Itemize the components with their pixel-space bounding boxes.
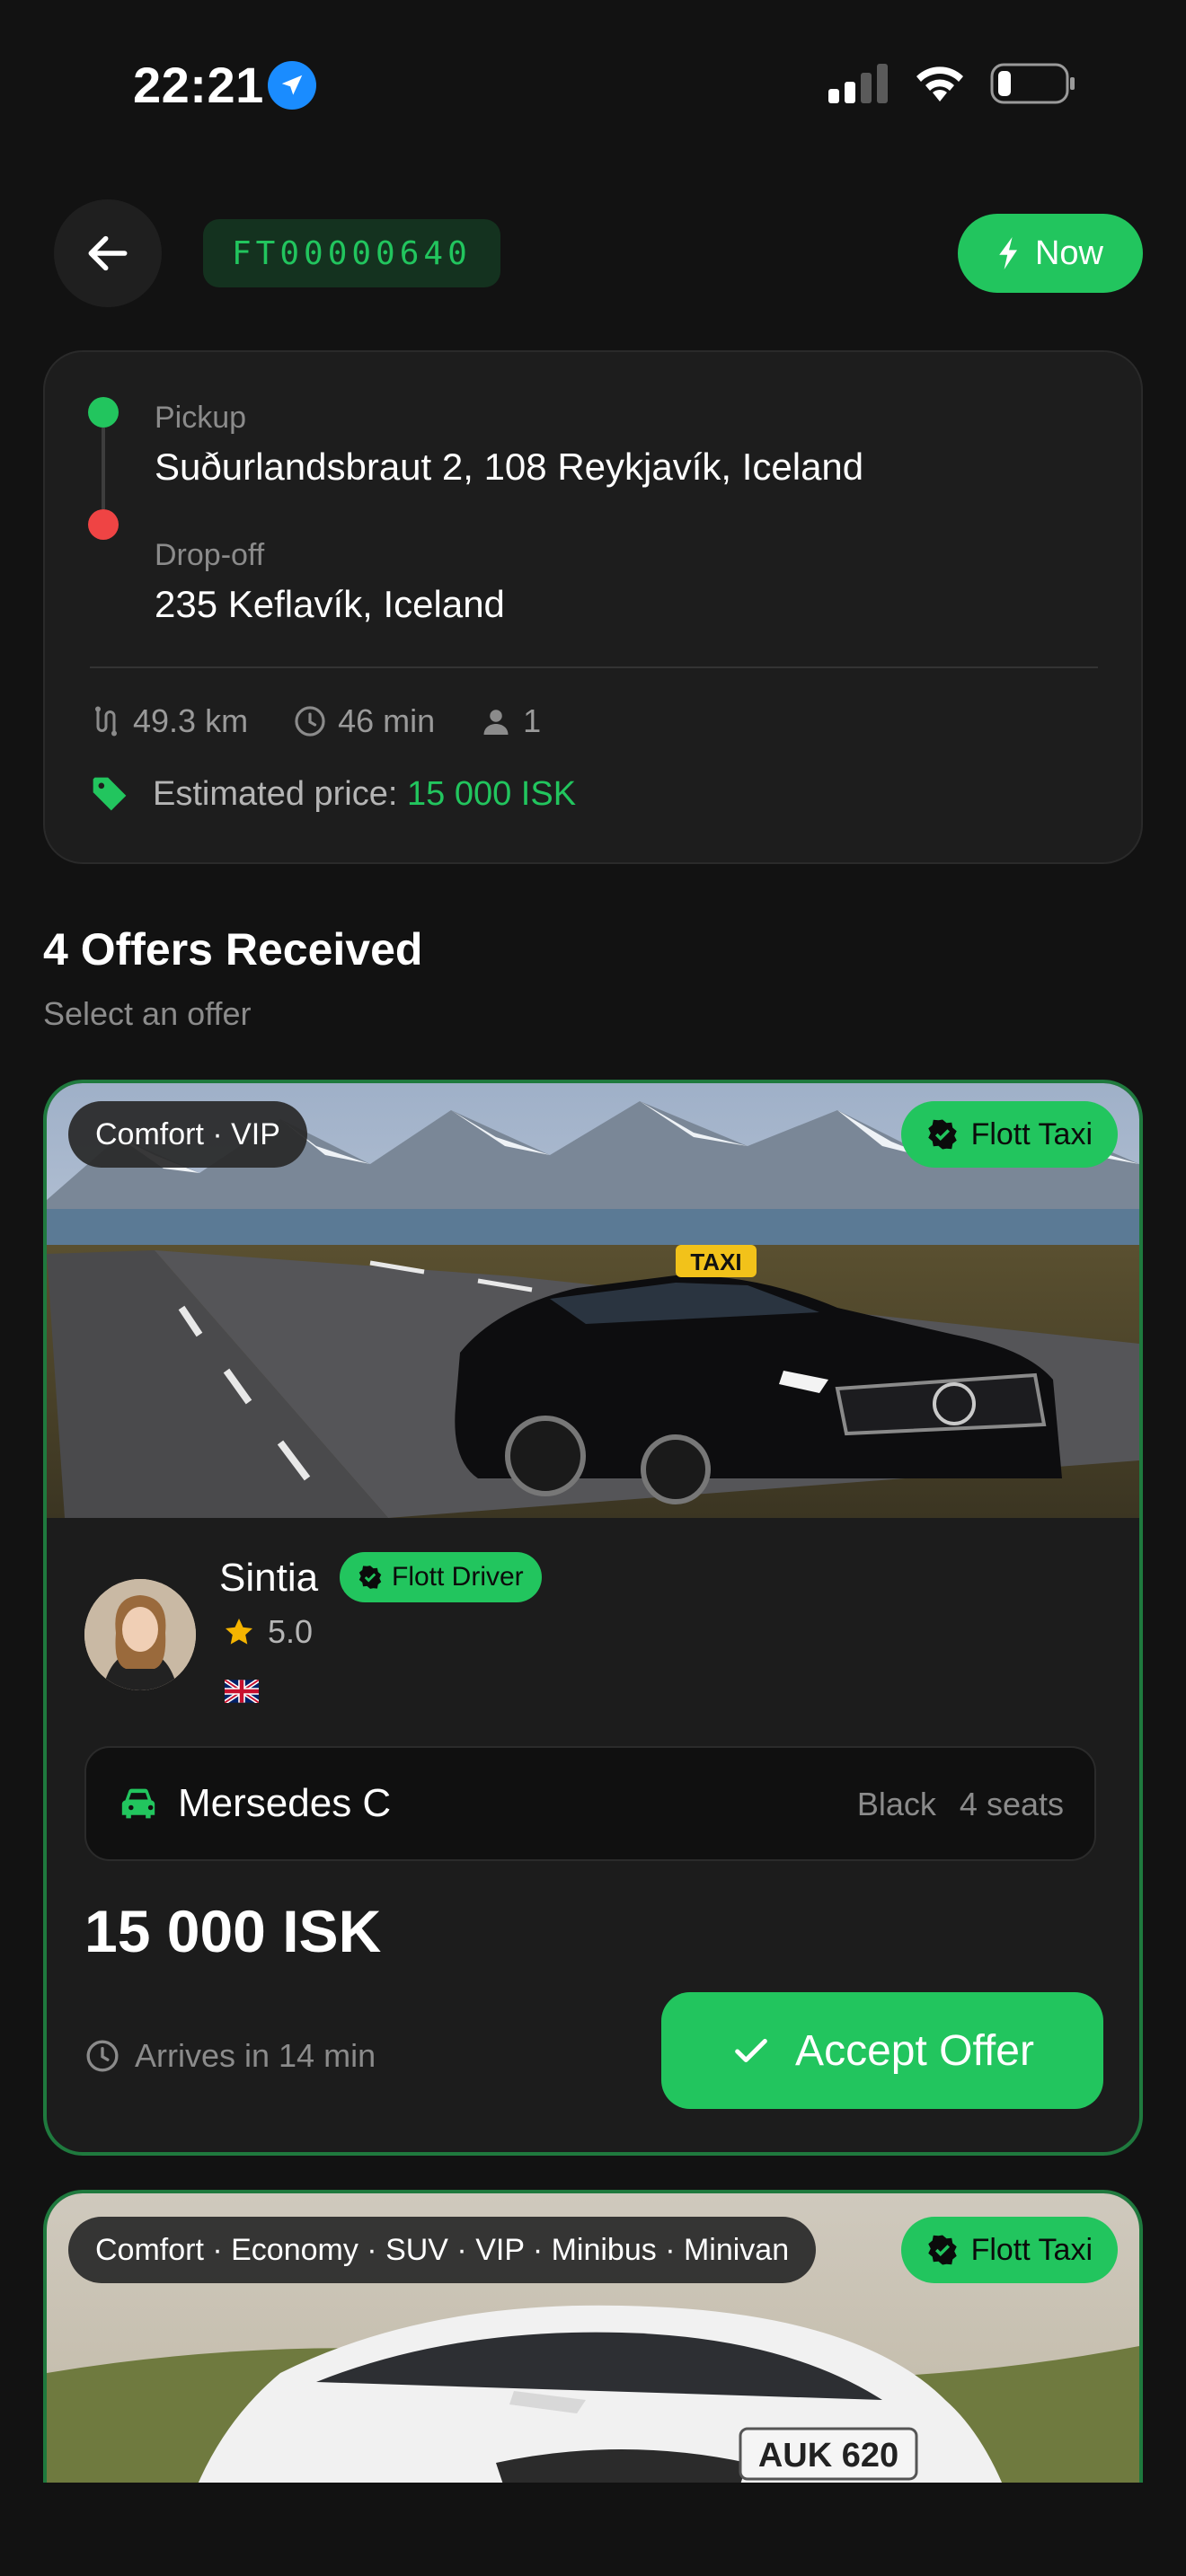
dropoff-address: 235 Keflavík, Iceland (155, 583, 505, 625)
route-icon (95, 706, 117, 737)
driver-badge: Flott Driver (340, 1552, 542, 1602)
battery-low-icon (990, 63, 1075, 104)
estimated-price-row: Estimated price: 15 000 ISK (90, 774, 576, 814)
lightning-icon (999, 237, 1017, 269)
accept-offer-button[interactable]: Accept Offer (661, 1992, 1103, 2109)
avatar (84, 1579, 196, 1690)
dropoff-dot (88, 509, 119, 540)
accept-offer-label: Accept Offer (795, 2026, 1034, 2075)
star-icon (226, 1619, 252, 1645)
status-time: 22:21 (133, 57, 264, 113)
company-badge: Flott Taxi (900, 1101, 1118, 1168)
vehicle-seats: 4 seats (959, 1786, 1064, 1822)
category-tag: Comfort · VIP (68, 1101, 307, 1168)
distance-item: 49.3 km (90, 702, 248, 740)
estimated-price-value: 15 000 ISK (407, 774, 577, 813)
offer-card[interactable]: TAXI Comfort · VIP Flott Taxi Sintia Flo… (43, 1080, 1143, 2156)
passengers-value: 1 (523, 702, 542, 739)
cellular-signal-icon (828, 64, 888, 103)
category-tag: Comfort · Economy · SUV · VIP · Minibus … (68, 2217, 817, 2283)
arrival-time: Arrives in 14 min (84, 2037, 376, 2075)
dropoff-label: Drop-off (155, 538, 265, 572)
taxi-sign-text: TAXI (690, 1248, 741, 1275)
now-label: Now (1034, 234, 1104, 272)
vehicle-meta: Black 4 seats (857, 1786, 1064, 1823)
pickup-dot (88, 397, 119, 428)
driver-rating: 5.0 (223, 1613, 313, 1651)
pickup-label: Pickup (155, 401, 247, 435)
trip-meta: 49.3 km 46 min 1 (90, 702, 586, 740)
vehicle-info: Mersedes C Black 4 seats (84, 1746, 1096, 1861)
vehicle-name: Mersedes C (178, 1781, 392, 1825)
uk-flag-icon (223, 1678, 261, 1705)
person-icon (483, 710, 509, 735)
license-plate: AUK 620 (758, 2437, 898, 2475)
status-icons (827, 63, 1076, 104)
price-tag-icon (93, 777, 127, 811)
duration-item: 46 min (293, 702, 435, 740)
now-button[interactable]: Now (958, 214, 1143, 293)
driver-name: Sintia (219, 1556, 319, 1600)
distance-value: 49.3 km (133, 702, 249, 739)
clock-icon (86, 2040, 119, 2072)
company-name: Flott Taxi (970, 1116, 1093, 1151)
passengers-item: 1 (480, 702, 541, 740)
divider (90, 666, 1098, 668)
back-button[interactable] (54, 199, 162, 307)
offers-subtitle: Select an offer (43, 995, 252, 1032)
verified-icon (927, 2235, 957, 2265)
company-badge: Flott Taxi (900, 2217, 1118, 2283)
pickup-address: Suðurlandsbraut 2, 108 Reykjavík, Icelan… (155, 446, 864, 488)
company-name: Flott Taxi (970, 2232, 1093, 2267)
bottom-area (0, 2483, 1186, 2576)
arrival-text: Arrives in 14 min (135, 2037, 376, 2074)
verified-icon (358, 1566, 382, 1589)
clock-icon (295, 706, 325, 737)
ride-id-badge: FT00000640 (203, 219, 500, 287)
duration-value: 46 min (338, 702, 436, 739)
car-icon (121, 1788, 155, 1819)
wifi-icon (916, 66, 963, 101)
estimated-price-label: Estimated price: (153, 774, 398, 813)
route-line (102, 428, 105, 509)
arrow-left-icon (88, 235, 128, 271)
offer-price: 15 000 ISK (84, 1898, 382, 1964)
location-arrow-icon (268, 61, 316, 110)
checkmark-icon (735, 2038, 767, 2063)
verified-icon (927, 1119, 957, 1150)
driver-badge-label: Flott Driver (392, 1562, 524, 1592)
rating-value: 5.0 (268, 1613, 314, 1650)
offers-title: 4 Offers Received (43, 924, 423, 975)
vehicle-color: Black (856, 1786, 936, 1822)
